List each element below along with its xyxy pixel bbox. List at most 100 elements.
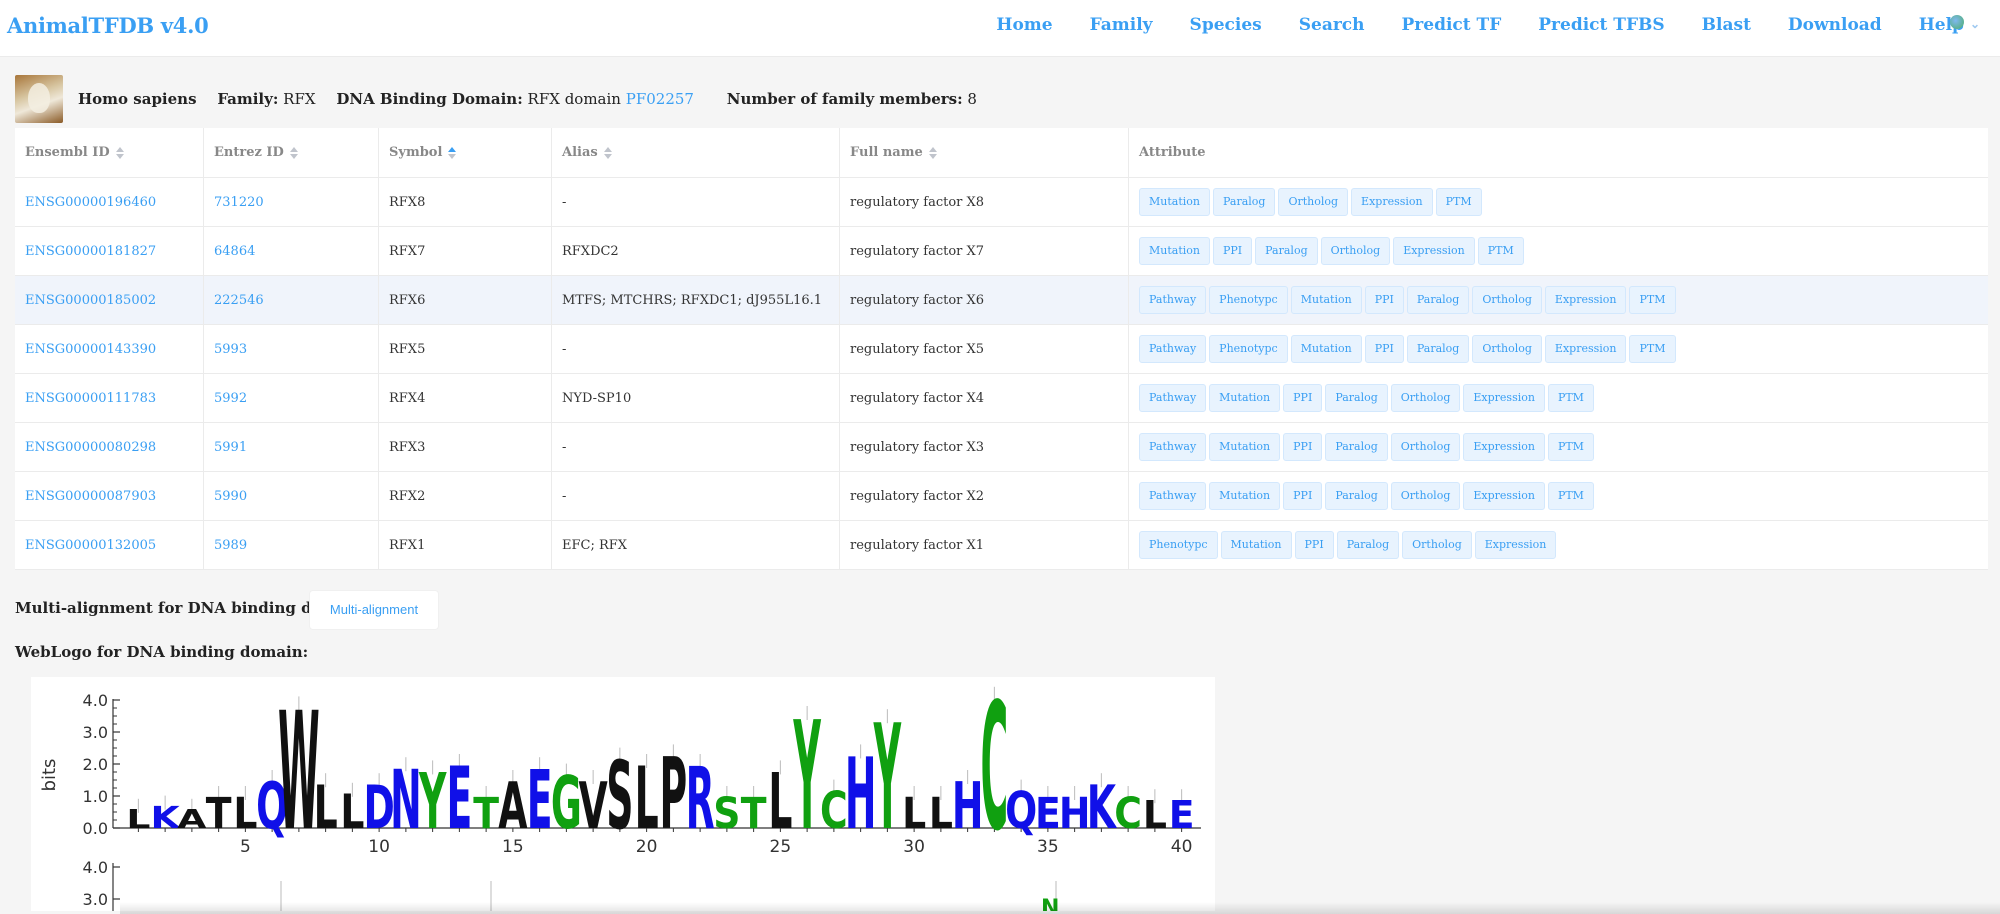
attribute-tag-mutation[interactable]: Mutation [1209,433,1281,461]
attribute-tag-expression[interactable]: Expression [1544,335,1627,363]
nav-species[interactable]: Species [1190,15,1262,35]
nav-help[interactable]: Help ⌄ [1919,15,1980,35]
attribute-tag-ptm[interactable]: PTM [1547,384,1594,412]
pfam-link[interactable]: PF02257 [626,90,694,108]
gene-symbol: RFX1 [389,537,426,553]
attribute-tag-pathway[interactable]: Pathway [1139,335,1207,363]
attribute-tag-expression[interactable]: Expression [1544,286,1627,314]
nav-family[interactable]: Family [1090,15,1153,35]
nav-home[interactable]: Home [996,15,1052,35]
family-value: RFX [283,90,316,108]
attribute-tag-mutation[interactable]: Mutation [1209,384,1281,412]
ensembl-id-link[interactable]: ENSG00000196460 [25,195,156,210]
ensembl-id-link[interactable]: ENSG00000132005 [25,538,156,553]
attribute-tag-pathway[interactable]: Pathway [1139,286,1207,314]
ensembl-id-link[interactable]: ENSG00000111783 [25,391,156,406]
col-symbol[interactable]: Symbol [378,128,552,178]
attribute-tag-ptm[interactable]: PTM [1547,482,1594,510]
attribute-tag-ptm[interactable]: PTM [1435,188,1482,216]
sort-icon[interactable] [289,146,298,159]
attribute-tag-paralog[interactable]: Paralog [1325,433,1388,461]
entrez-id-link[interactable]: 64864 [214,244,255,259]
attribute-tag-phenotypc[interactable]: Phenotypc [1209,335,1288,363]
attribute-tag-ortholog[interactable]: Ortholog [1472,335,1542,363]
attribute-tag-ortholog[interactable]: Ortholog [1390,482,1461,510]
attribute-tag-expression[interactable]: Expression [1463,433,1545,461]
entrez-id-link[interactable]: 5993 [214,342,247,357]
nav-predict-tfbs[interactable]: Predict TFBS [1538,15,1664,35]
attribute-tag-pathway[interactable]: Pathway [1139,384,1207,412]
multialignment-button[interactable]: Multi-alignment [309,590,439,630]
attribute-tag-paralog[interactable]: Paralog [1406,286,1470,314]
sort-icon[interactable] [603,146,612,159]
ensembl-id-link[interactable]: ENSG00000185002 [25,293,156,308]
ensembl-id-link[interactable]: ENSG00000181827 [25,244,156,259]
attribute-tag-paralog[interactable]: Paralog [1406,335,1470,363]
ensembl-id-link[interactable]: ENSG00000143390 [25,342,156,357]
entrez-id-link[interactable]: 5991 [214,440,247,455]
attribute-tag-mutation[interactable]: Mutation [1290,335,1362,363]
attribute-tag-expression[interactable]: Expression [1474,531,1557,559]
attribute-tag-phenotypc[interactable]: Phenotypc [1139,531,1218,559]
attribute-tag-mutation[interactable]: Mutation [1209,482,1281,510]
y-tick-label: 4.0 [83,691,108,710]
gene-full-name-cell: regulatory factor X6 [839,275,1129,325]
col-full-name[interactable]: Full name [839,128,1129,178]
entrez-id-link[interactable]: 731220 [214,195,264,210]
entrez-id-link[interactable]: 5992 [214,391,247,406]
attribute-tag-expression[interactable]: Expression [1463,384,1545,412]
sort-icon[interactable] [448,146,457,159]
nav-blast[interactable]: Blast [1702,15,1751,35]
attribute-tag-ortholog[interactable]: Ortholog [1390,433,1461,461]
attribute-tag-ppi[interactable]: PPI [1364,286,1404,314]
attribute-tag-pathway[interactable]: Pathway [1139,482,1207,510]
attribute-tag-ortholog[interactable]: Ortholog [1390,384,1461,412]
attribute-tag-mutation[interactable]: Mutation [1139,188,1210,216]
col-ensembl-id[interactable]: Ensembl ID [15,128,204,178]
attribute-tag-ppi[interactable]: PPI [1212,237,1253,265]
logo-letter: H [1059,789,1091,839]
attribute-tag-ppi[interactable]: PPI [1283,482,1323,510]
attribute-tag-phenotypc[interactable]: Phenotypc [1209,286,1288,314]
entrez-id-link[interactable]: 5990 [214,489,247,504]
attribute-tag-ortholog[interactable]: Ortholog [1402,531,1472,559]
attribute-tag-paralog[interactable]: Paralog [1325,482,1388,510]
attribute-tag-expression[interactable]: Expression [1393,237,1475,265]
col-entrez-id[interactable]: Entrez ID [203,128,379,178]
col-alias[interactable]: Alias [551,128,840,178]
attribute-tag-mutation[interactable]: Mutation [1290,286,1362,314]
sort-icon[interactable] [115,146,124,159]
attribute-tag-mutation[interactable]: Mutation [1139,237,1210,265]
attribute-tag-ppi[interactable]: PPI [1283,433,1323,461]
attribute-tag-pathway[interactable]: Pathway [1139,433,1207,461]
attribute-tag-mutation[interactable]: Mutation [1220,531,1292,559]
attribute-cell: Pathway Mutation PPI Paralog Ortholog Express… [1128,422,1988,472]
nav-download[interactable]: Download [1788,15,1882,35]
attribute-tag-paralog[interactable]: Paralog [1336,531,1400,559]
table-row: ENSG00000143390 5993 RFX5 - regulatory facto… [15,324,1988,374]
site-brand[interactable]: AnimalTFDB v4.0 [7,13,209,38]
ensembl-id-link[interactable]: ENSG00000080298 [25,440,156,455]
attribute-tag-ppi[interactable]: PPI [1364,335,1404,363]
attribute-tag-ortholog[interactable]: Ortholog [1320,237,1391,265]
attribute-tag-paralog[interactable]: Paralog [1255,237,1318,265]
attribute-tag-expression[interactable]: Expression [1351,188,1433,216]
attribute-tag-paralog[interactable]: Paralog [1212,188,1276,216]
attribute-tag-paralog[interactable]: Paralog [1325,384,1388,412]
attribute-tag-ortholog[interactable]: Ortholog [1472,286,1542,314]
entrez-id-link[interactable]: 5989 [214,538,247,553]
attribute-tag-ptm[interactable]: PTM [1629,286,1676,314]
table-row: ENSG00000087903 5990 RFX2 - regulatory facto… [15,471,1988,521]
attribute-tag-ptm[interactable]: PTM [1477,237,1524,265]
sort-icon[interactable] [928,146,937,159]
nav-search[interactable]: Search [1299,15,1365,35]
entrez-id-link[interactable]: 222546 [214,293,264,308]
attribute-tag-expression[interactable]: Expression [1463,482,1545,510]
nav-predict-tf[interactable]: Predict TF [1402,15,1502,35]
attribute-tag-ptm[interactable]: PTM [1547,433,1594,461]
attribute-tag-ppi[interactable]: PPI [1283,384,1323,412]
ensembl-id-link[interactable]: ENSG00000087903 [25,489,156,504]
attribute-tag-ppi[interactable]: PPI [1294,531,1334,559]
attribute-tag-ortholog[interactable]: Ortholog [1278,188,1349,216]
attribute-tag-ptm[interactable]: PTM [1629,335,1676,363]
